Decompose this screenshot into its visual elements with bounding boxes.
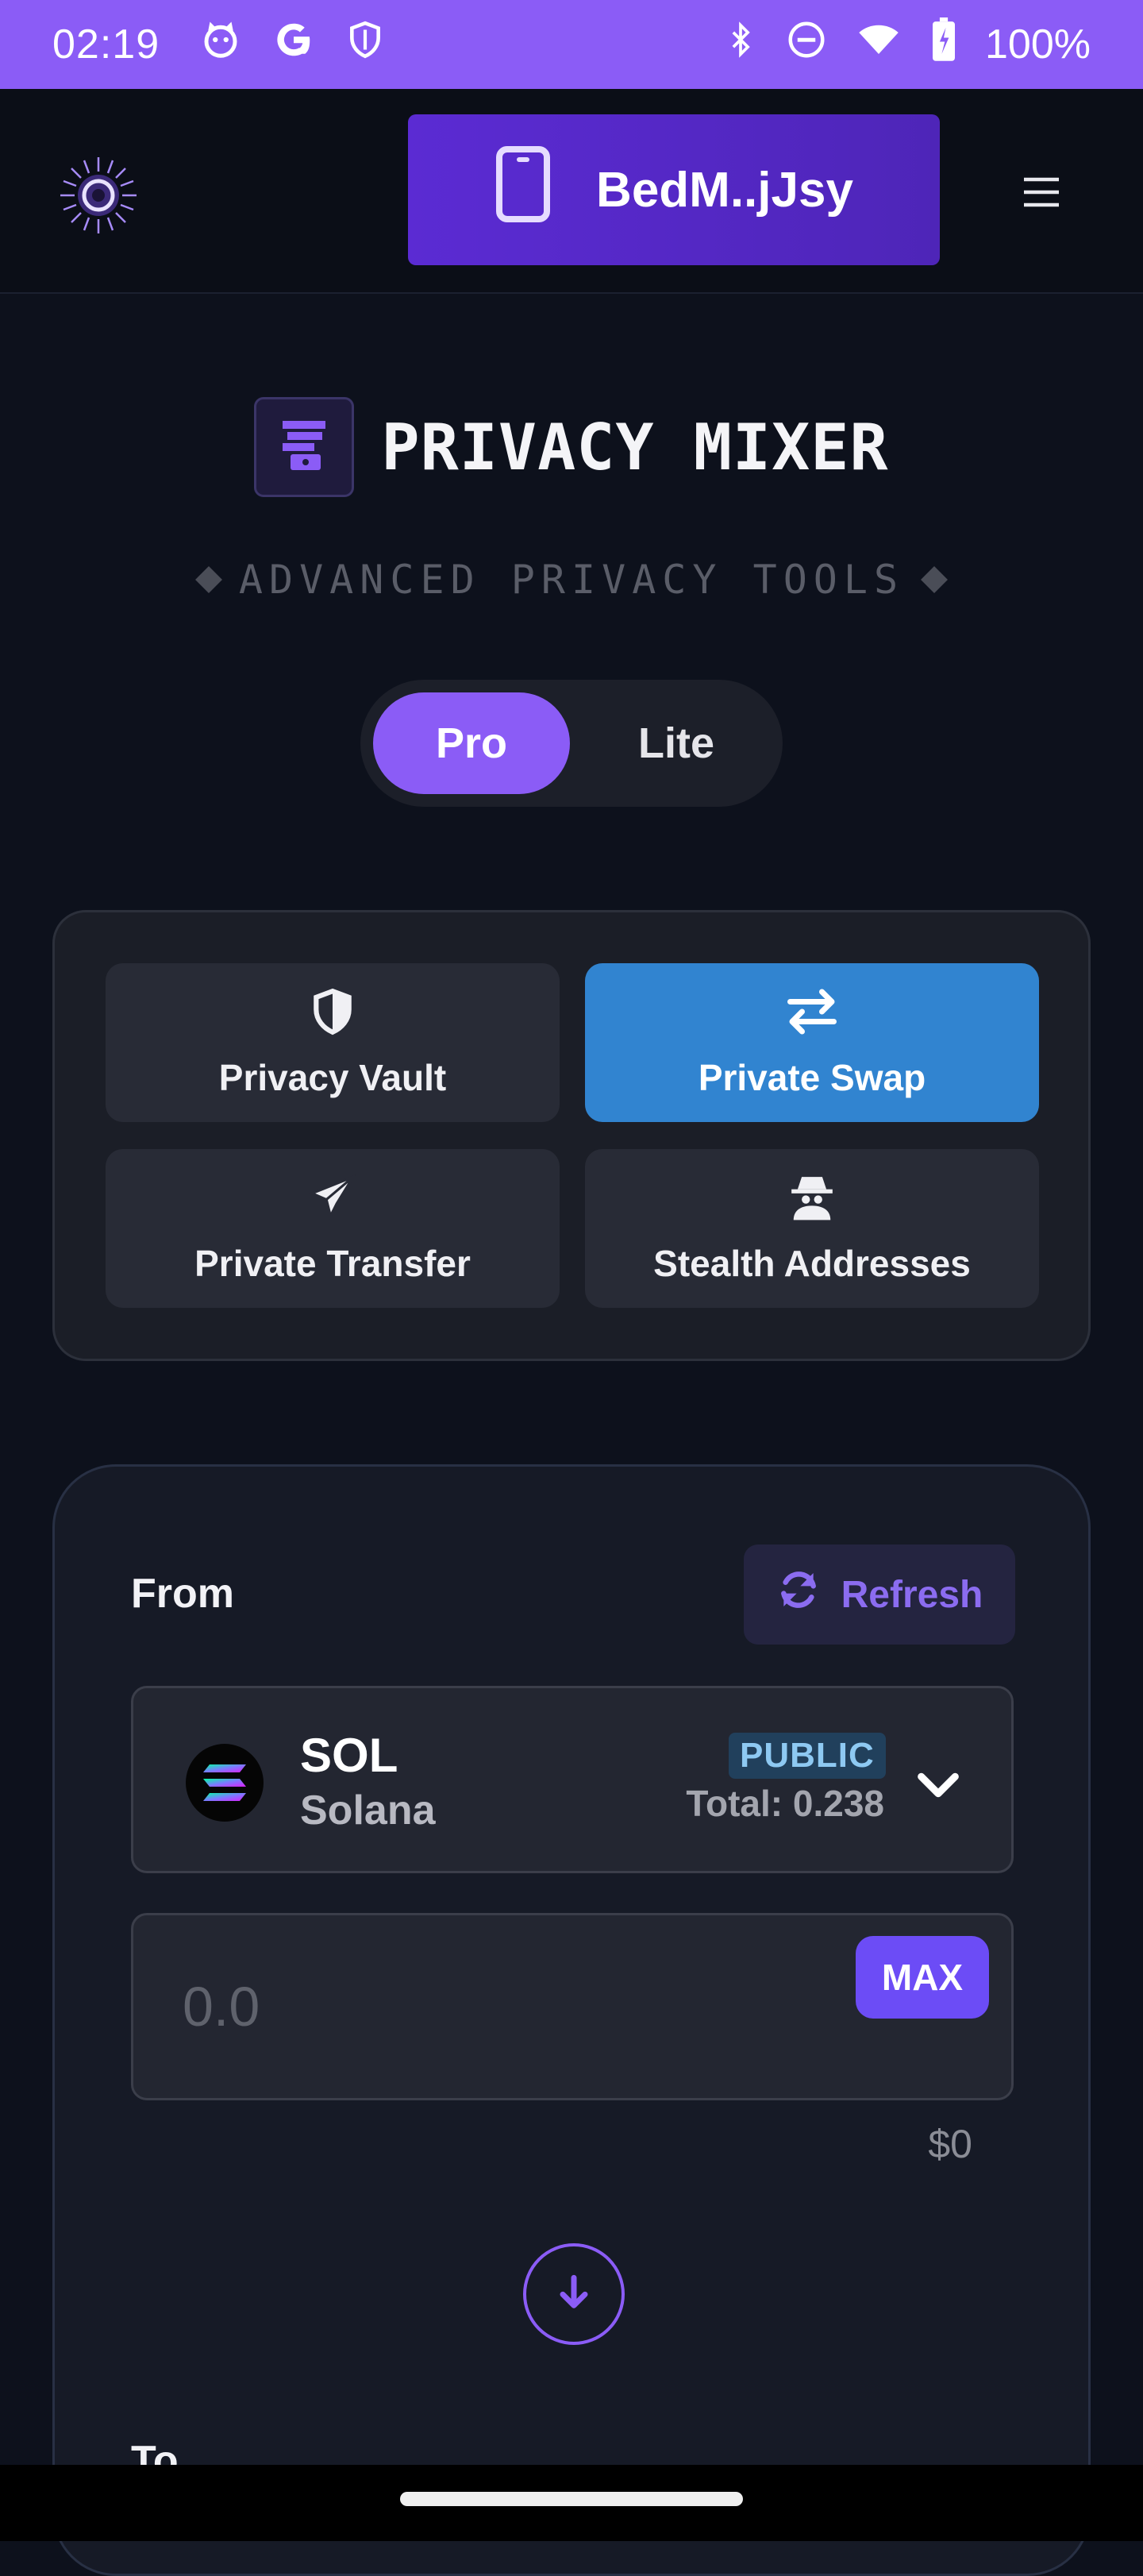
- battery-icon: [929, 17, 958, 72]
- sun-logo-icon[interactable]: [57, 154, 140, 241]
- mode-pro-button[interactable]: Pro: [373, 692, 570, 794]
- tool-label: Private Swap: [698, 1056, 926, 1098]
- token-symbol: SOL: [300, 1729, 398, 1782]
- mode-lite-button[interactable]: Lite: [583, 692, 770, 794]
- page-subtitle: ADVANCED PRIVACY TOOLS: [238, 557, 905, 603]
- refresh-button[interactable]: Refresh: [744, 1544, 1015, 1645]
- title-section: PRIVACY MIXER: [0, 395, 1143, 499]
- mode-toggle: Pro Lite: [360, 680, 783, 807]
- app-header: BedM..jJsy: [0, 89, 1143, 294]
- token-balance: Total: 0.238: [686, 1783, 884, 1824]
- tool-label: Private Transfer: [194, 1242, 471, 1284]
- hamburger-menu-icon[interactable]: [1016, 167, 1067, 218]
- tools-panel: Privacy Vault Private Swap Private Trans…: [52, 910, 1091, 1361]
- status-time: 02:19: [52, 21, 160, 67]
- wallet-button[interactable]: BedM..jJsy: [408, 114, 940, 265]
- google-icon: [272, 18, 315, 71]
- status-bar: 02:19 100%: [0, 0, 1143, 89]
- do-not-disturb-icon: [785, 18, 828, 71]
- refresh-label: Refresh: [841, 1573, 983, 1616]
- wallet-address: BedM..jJsy: [596, 162, 853, 218]
- refresh-icon: [776, 1568, 821, 1622]
- amount-input[interactable]: [183, 1963, 786, 2050]
- shield-half-icon: [308, 987, 357, 1045]
- public-badge: PUBLIC: [729, 1733, 886, 1779]
- subtitle-section: ADVANCED PRIVACY TOOLS: [0, 548, 1143, 611]
- system-nav-bar: [0, 2465, 1143, 2541]
- tool-label: Privacy Vault: [218, 1056, 447, 1098]
- tool-private-transfer[interactable]: Private Transfer: [106, 1149, 560, 1308]
- solana-logo-icon: [186, 1744, 264, 1822]
- diamond-icon: [194, 566, 222, 593]
- tool-stealth-addresses[interactable]: Stealth Addresses: [585, 1149, 1039, 1308]
- max-button[interactable]: MAX: [856, 1936, 989, 2019]
- page-title: PRIVACY MIXER: [381, 410, 889, 484]
- shield-icon: [345, 18, 385, 71]
- spy-icon: [787, 1173, 837, 1231]
- tool-label: Stealth Addresses: [653, 1242, 971, 1284]
- cat-icon: [199, 18, 242, 71]
- token-name: Solana: [300, 1787, 436, 1834]
- diamond-icon: [921, 566, 949, 593]
- phone-icon: [495, 145, 552, 235]
- amount-field: MAX: [131, 1913, 1014, 2100]
- swap-card: From Refresh SOL Solana PUBLIC Total: 0.…: [52, 1464, 1091, 2576]
- bluetooth-icon: [723, 18, 758, 71]
- usd-value: $0: [928, 2122, 972, 2166]
- swap-arrows-icon: [784, 987, 840, 1045]
- arrow-down-icon: [552, 2270, 596, 2319]
- battery-percent: 100%: [985, 21, 1091, 67]
- token-select[interactable]: SOL Solana PUBLIC Total: 0.238: [131, 1686, 1014, 1873]
- wifi-icon: [855, 18, 902, 71]
- swap-direction-button[interactable]: [523, 2243, 625, 2345]
- mixer-icon: [254, 397, 355, 497]
- tool-privacy-vault[interactable]: Privacy Vault: [106, 963, 560, 1122]
- tool-private-swap[interactable]: Private Swap: [585, 963, 1039, 1122]
- chevron-down-icon: [913, 1760, 964, 1811]
- from-label: From: [131, 1571, 234, 1617]
- home-indicator[interactable]: [400, 2492, 743, 2506]
- paper-plane-icon: [306, 1173, 359, 1231]
